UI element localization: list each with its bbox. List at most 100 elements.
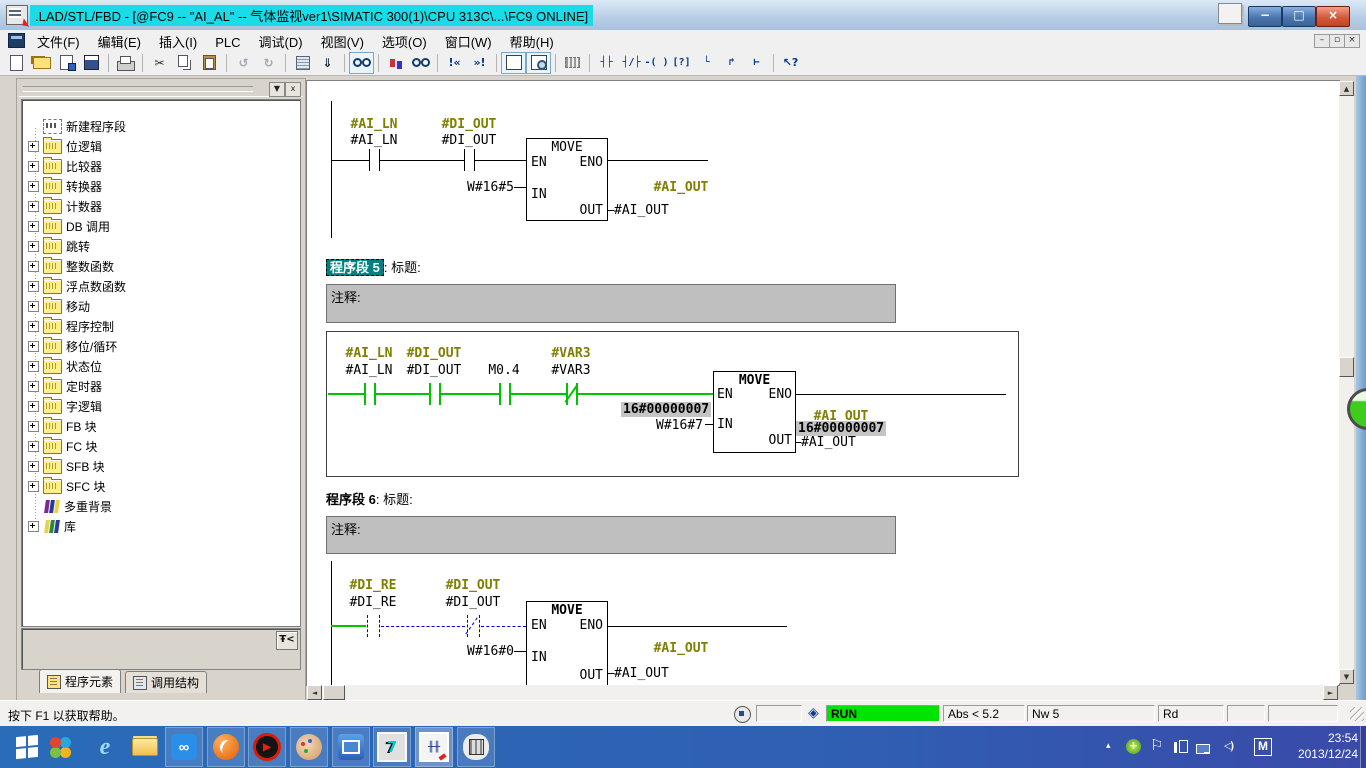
view-overview-button[interactable] [526, 52, 551, 74]
open-button[interactable] [29, 52, 54, 74]
open-online-button[interactable] [54, 52, 79, 74]
sidebar-item-float-math[interactable]: 浮点数函数 [22, 276, 300, 296]
expand-plus-icon[interactable] [28, 241, 39, 252]
contact-nc-button[interactable]: ┤/├ [619, 52, 644, 74]
sidebar-item-integer-math[interactable]: 整数函数 [22, 256, 300, 276]
sidebar-item-shift-rotate[interactable]: 移位/循环 [22, 336, 300, 356]
network-5-title-selected[interactable]: 程序段 5 [326, 259, 384, 276]
help-button[interactable]: ↖? [778, 52, 803, 74]
sidebar-item-move[interactable]: 移动 [22, 296, 300, 316]
ime-mode-icon[interactable]: M [1254, 738, 1272, 756]
taskbar-start-button[interactable] [8, 727, 46, 767]
network-6-title[interactable]: 程序段 6 [326, 492, 376, 507]
expand-plus-icon[interactable] [28, 301, 39, 312]
expand-plus-icon[interactable] [28, 221, 39, 232]
taskbar-icon-paint[interactable] [290, 727, 328, 767]
expand-plus-icon[interactable] [28, 461, 39, 472]
move-box[interactable]: MOVE EN ENO IN OUT [526, 138, 608, 221]
tray-safety-icon[interactable]: + [1126, 739, 1141, 754]
taskbar-icon-media-player[interactable]: ▶ [248, 727, 286, 767]
expand-plus-icon[interactable] [28, 381, 39, 392]
network-5-comment[interactable]: 注释: [326, 284, 896, 323]
network-6-header[interactable]: 程序段 6: 标题: [326, 489, 413, 508]
redo-button[interactable]: ↻ [256, 52, 281, 74]
sidebar-item-counter[interactable]: 计数器 [22, 196, 300, 216]
move-box[interactable]: MOVE EN ENO IN OUT [526, 601, 608, 686]
sidebar-item-converter[interactable]: 转换器 [22, 176, 300, 196]
network-5-header[interactable]: 程序段 5: 标题: [326, 257, 421, 276]
sidebar-item-libraries[interactable]: 库 [22, 516, 300, 536]
tray-device-icon[interactable] [1174, 740, 1188, 758]
overview-toggle-button[interactable]: Ŧ< [276, 631, 298, 650]
mdi-minimize-button[interactable]: – [1314, 34, 1330, 48]
open-branch-button[interactable]: └ [694, 52, 719, 74]
tray-volume-icon[interactable]: ◁) [1224, 739, 1232, 752]
ladder-editor-canvas[interactable]: #AI_LN #AI_LN #DI_OUT #DI_OUT MOVE EN EN… [306, 80, 1340, 686]
call-structure-button[interactable] [290, 52, 315, 74]
vertical-scrollbar[interactable]: ▲ ▼ [1339, 81, 1354, 684]
sidebar-item-multi-instance[interactable]: 多重背景 [22, 496, 300, 516]
glasses-button[interactable] [408, 52, 433, 74]
goto-prev-button[interactable]: !« [442, 52, 467, 74]
show-desktop-button[interactable] [1360, 726, 1366, 768]
network-6-comment[interactable]: 注释: [326, 516, 896, 554]
expand-plus-icon[interactable] [28, 481, 39, 492]
close-button[interactable]: × [1316, 6, 1350, 27]
tray-network-icon[interactable] [1196, 741, 1210, 759]
taskbar-icon-explorer[interactable] [126, 727, 164, 767]
symbol-info-button[interactable] [383, 52, 408, 74]
taskbar-icon-colorful[interactable] [46, 727, 84, 767]
expand-plus-icon[interactable] [28, 261, 39, 272]
mdi-restore-button[interactable]: ▫ [1329, 34, 1345, 48]
mdi-close-button[interactable]: × [1344, 34, 1360, 48]
resize-grip[interactable] [1350, 707, 1364, 721]
expand-plus-icon[interactable] [28, 441, 39, 452]
close-branch-button[interactable]: ↱ [719, 52, 744, 74]
expand-plus-icon[interactable] [28, 361, 39, 372]
save-button[interactable] [79, 52, 104, 74]
contact-no-button[interactable]: ┤├ [594, 52, 619, 74]
new-network-button[interactable] [560, 52, 585, 74]
sidebar-item-new-network[interactable]: 新建程序段 [22, 116, 300, 136]
sidebar-item-jump[interactable]: 跳转 [22, 236, 300, 256]
expand-plus-icon[interactable] [28, 421, 39, 432]
sidebar-item-fb-blocks[interactable]: FB 块 [22, 416, 300, 436]
taskbar-icon-step7[interactable]: 7 [373, 727, 411, 767]
new-button[interactable] [4, 52, 29, 74]
sidebar-item-sfb-blocks[interactable]: SFB 块 [22, 456, 300, 476]
goto-next-button[interactable]: »! [467, 52, 492, 74]
expand-plus-icon[interactable] [28, 401, 39, 412]
monitor-toggle-button[interactable] [349, 52, 374, 74]
print-button[interactable] [113, 52, 138, 74]
horizontal-scrollbar[interactable]: ◄ ► [307, 685, 1338, 700]
expand-plus-icon[interactable] [28, 281, 39, 292]
tab-program-elements[interactable]: 程序元素 [39, 669, 121, 693]
hidden-icons-arrow[interactable]: ▴ [1106, 740, 1111, 751]
taskbar-clock[interactable]: 23:54 2013/12/24 [1298, 730, 1358, 762]
taskbar-icon-lad-editor[interactable]: ╫╫ [415, 727, 453, 767]
paste-button[interactable] [197, 52, 222, 74]
empty-box-button[interactable]: [?] [669, 52, 694, 74]
tab-call-structure[interactable]: 调用结构 [125, 671, 207, 693]
download-button[interactable]: ⇓ [315, 52, 340, 74]
sidebar-item-fc-blocks[interactable]: FC 块 [22, 436, 300, 456]
view-lad-button[interactable] [501, 52, 526, 74]
copy-button[interactable] [172, 52, 197, 74]
rail-button[interactable]: ⊢ [744, 52, 769, 74]
expand-plus-icon[interactable] [28, 341, 39, 352]
taskbar-icon-vmware[interactable] [332, 727, 370, 767]
mdi-system-menu-icon[interactable] [8, 33, 25, 48]
expand-plus-icon[interactable] [28, 521, 39, 532]
taskbar-icon-s7-status[interactable] [457, 727, 495, 767]
chevron-down-icon[interactable]: ▼ [269, 82, 285, 97]
restore-button[interactable]: □ [1282, 6, 1316, 27]
expand-plus-icon[interactable] [28, 141, 39, 152]
tray-flag-icon[interactable]: ⚐ [1150, 736, 1163, 754]
sidebar-item-comparator[interactable]: 比较器 [22, 156, 300, 176]
sidebar-item-word-logic[interactable]: 字逻辑 [22, 396, 300, 416]
minimize-button[interactable]: − [1248, 6, 1282, 27]
move-box[interactable]: MOVE EN ENO IN OUT [713, 371, 796, 453]
close-icon[interactable]: x [285, 82, 301, 97]
sidebar-item-bit-logic[interactable]: 位逻辑 [22, 136, 300, 156]
undo-button[interactable]: ↺ [231, 52, 256, 74]
